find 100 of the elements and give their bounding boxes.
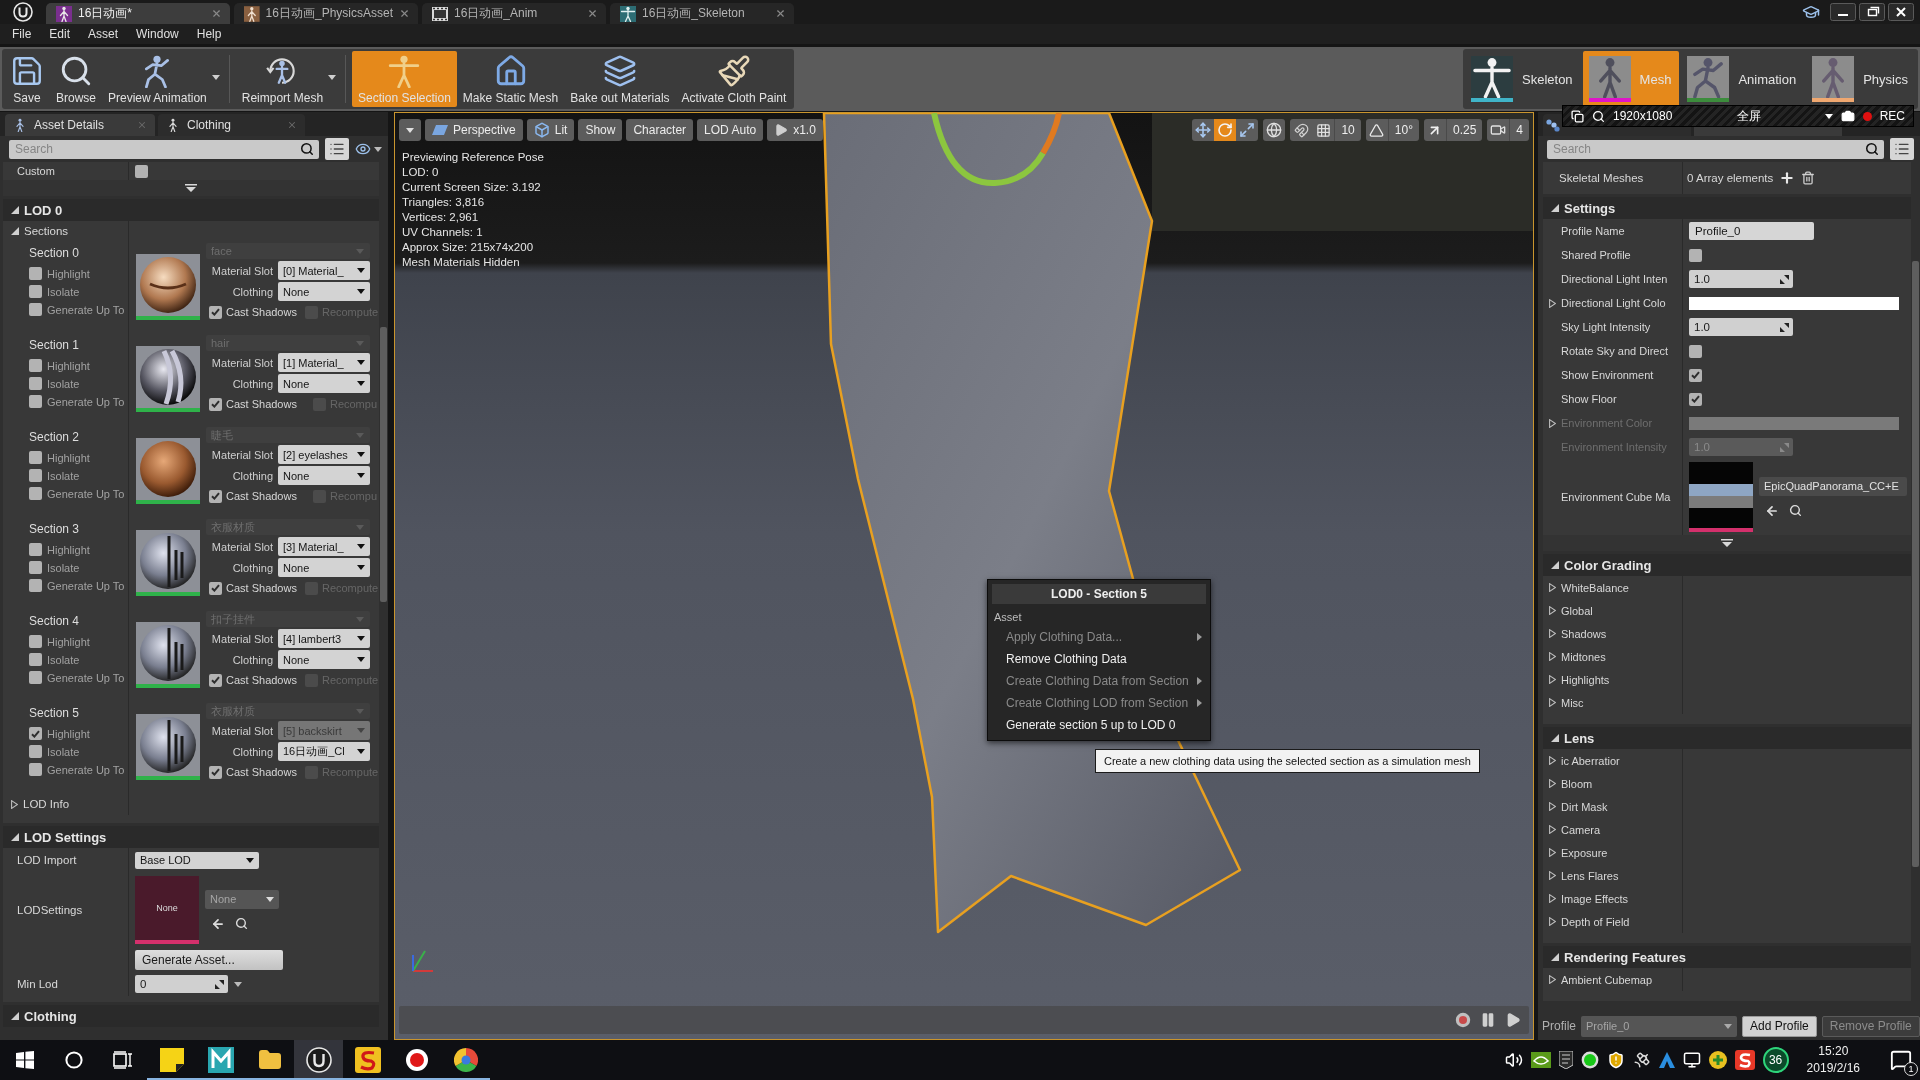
checkbox-label: Cast Shadows [226,582,297,594]
property-label: Skeletal Meshes [1559,172,1644,184]
group-label: Dirt Mask [1561,800,1608,813]
field-label: Material Slot [211,264,273,277]
clock-date: 2019/2/16 [1806,1060,1860,1077]
property-label: Environment Cube Ma [1561,491,1671,503]
property-label: Min Lod [17,978,58,990]
group-label: Ambient Cubemap [1561,973,1653,986]
checkbox-label: Isolate [47,653,80,666]
checkbox-label: Isolate [47,469,80,482]
category-title: Lens [1564,730,1595,746]
checkbox-label: Cast Shadows [226,398,297,410]
section-title: Section 3 [29,522,81,536]
property-label: Show Floor [1561,393,1617,405]
group-label: Global [1561,604,1593,617]
category-title: LOD Settings [24,829,107,845]
record-label: REC [1879,109,1905,123]
notification-count: 1 [1904,1062,1918,1076]
property-label: Directional Light Inten [1561,273,1668,285]
checkbox-label: Generate Up To [47,395,125,408]
field-label: Clothing [232,745,273,758]
property-label: LODSettings [17,904,83,916]
checkbox-label: Isolate [47,561,80,574]
section-title: Section 0 [29,246,81,260]
checkbox-label: Highlight [47,451,90,464]
property-label: LOD Import [17,854,77,866]
field-label: Clothing [232,285,273,298]
category-title: Color Grading [1564,557,1652,573]
checkbox-label: Isolate [47,377,80,390]
category-title: Clothing [24,1008,77,1024]
property-label: Sky Light Intensity [1561,321,1651,333]
property-label: Show Environment [1561,369,1654,381]
category-title: Settings [1564,200,1616,216]
field-label: Material Slot [211,724,273,737]
clock-time: 15:20 [1818,1043,1849,1060]
group-label: Lens Flares [1561,869,1619,882]
checkbox-label: Highlight [47,543,90,556]
checkbox-label: Isolate [47,745,80,758]
info-text: Current Screen Size: 3.192 [402,180,541,195]
checkbox-label: Cast Shadows [226,490,297,502]
category-title: LOD 0 [24,202,63,218]
checkbox-label: Generate Up To [47,671,125,684]
category-title: Rendering Features [1564,949,1687,965]
mode-text: 全屏 [1735,107,1762,125]
group-label: Depth of Field [1561,915,1630,928]
resolution-text: 1920x1080 [1613,109,1673,123]
field-label: Clothing [232,561,273,574]
field-label: Clothing [232,653,273,666]
checkbox-label: Cast Shadows [226,766,297,778]
group-label: Shadows [1561,627,1607,640]
group-label: Bloom [1561,777,1593,790]
checkbox-label: Generate Up To [47,579,125,592]
menu-title: LOD0 - Section 5 [992,584,1206,604]
info-text: LOD: 0 [402,165,439,180]
checkbox-label: Isolate [47,285,80,298]
field-label: Material Slot [211,448,273,461]
group-label: Exposure [1561,846,1608,859]
group-label: Image Effects [1561,892,1629,905]
group-label: LOD Info [23,798,70,810]
info-text: Vertices: 2,961 [402,210,479,225]
property-label: Custom [17,165,55,177]
field-label: Clothing [232,377,273,390]
info-text: Triangles: 3,816 [402,195,485,210]
checkbox-label: Cast Shadows [226,306,297,318]
group-label: Sections [24,225,69,237]
section-title: Section 4 [29,614,81,628]
section-title: Section 1 [29,338,81,352]
field-label: Profile [1542,1019,1576,1033]
info-text: Mesh Materials Hidden [402,255,520,270]
property-label: Rotate Sky and Direct [1561,345,1668,357]
checkbox-label: Generate Up To [47,763,125,776]
info-text: UV Channels: 1 [402,225,483,240]
checkbox-label: Highlight [47,267,90,280]
group-label: Midtones [1561,650,1606,663]
property-label: Directional Light Colo [1561,297,1666,309]
array-count-text: 0 Array elements [1687,172,1774,184]
checkbox-label: Generate Up To [47,487,125,500]
group-label: Camera [1561,823,1601,836]
field-label: Material Slot [211,540,273,553]
field-label: Material Slot [211,632,273,645]
group-label: Highlights [1561,673,1610,686]
group-label: ic Aberratior [1561,754,1620,767]
checkbox-label: Highlight [47,727,90,740]
tooltip: Create a new clothing data using the selected section as a simulation mesh [1095,749,1480,773]
section-title: Section 5 [29,706,81,720]
field-label: Clothing [232,469,273,482]
property-label: Shared Profile [1561,249,1631,261]
field-label: Material Slot [211,356,273,369]
checkbox-label: Generate Up To [47,303,125,316]
asset-thumbnail: None [135,876,199,944]
group-label: WhiteBalance [1561,581,1629,594]
section-title: Section 2 [29,430,81,444]
info-text: Approx Size: 215x74x200 [402,240,534,255]
checkbox-label: Highlight [47,635,90,648]
checkbox-label: Cast Shadows [226,674,297,686]
checkbox-label: Highlight [47,359,90,372]
property-label: Profile Name [1561,225,1625,237]
menu-section-label: Asset [993,610,1023,625]
info-text: Previewing Reference Pose [402,150,544,165]
group-label: Misc [1561,696,1584,709]
